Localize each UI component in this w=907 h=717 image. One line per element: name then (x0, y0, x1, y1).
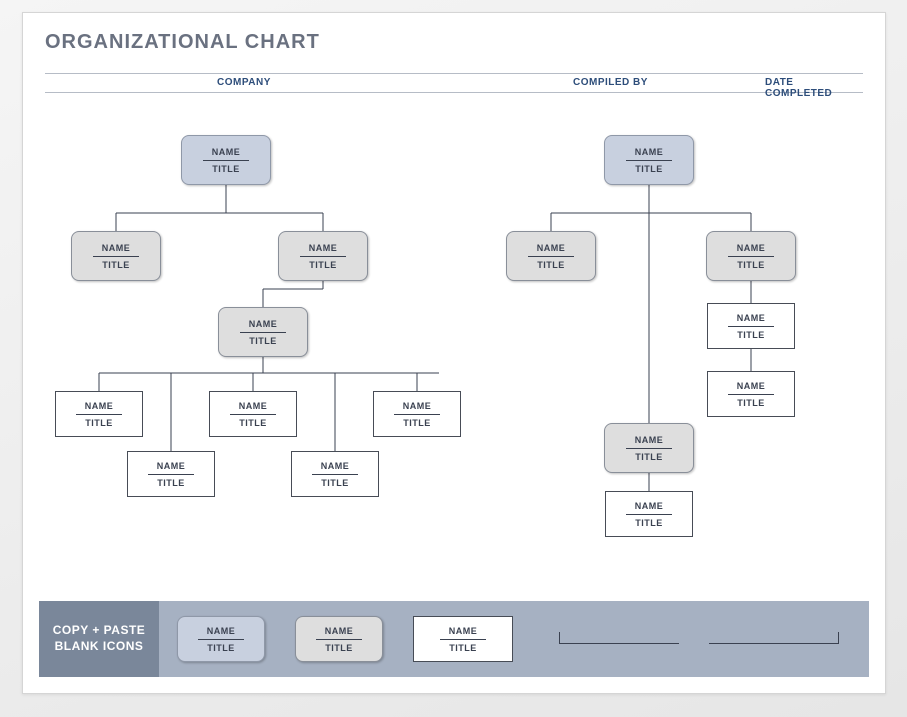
node-separator (148, 474, 194, 475)
connectors (23, 13, 887, 695)
palette-connector-elbow[interactable] (709, 643, 839, 644)
node-title: TITLE (157, 478, 185, 488)
footer-label: COPY + PASTE BLANK ICONS (39, 601, 159, 677)
node-separator (626, 160, 672, 161)
node-name: NAME (102, 243, 131, 253)
node-title: TITLE (207, 643, 235, 653)
node-right-l3a[interactable]: NAME TITLE (707, 303, 795, 349)
node-title: TITLE (737, 330, 765, 340)
node-title: TITLE (239, 418, 267, 428)
node-separator (312, 474, 358, 475)
node-separator (240, 332, 286, 333)
node-right-l2c[interactable]: NAME TITLE (604, 423, 694, 473)
node-separator (440, 639, 486, 640)
node-separator (76, 414, 122, 415)
node-name: NAME (449, 626, 478, 636)
node-title: TITLE (449, 643, 477, 653)
node-title: TITLE (635, 452, 663, 462)
node-name: NAME (737, 381, 766, 391)
node-title: TITLE (102, 260, 130, 270)
node-title: TITLE (635, 518, 663, 528)
node-title: TITLE (212, 164, 240, 174)
page-title: ORGANIZATIONAL CHART (45, 31, 320, 54)
node-name: NAME (85, 401, 114, 411)
node-left-l4e[interactable]: NAME TITLE (291, 451, 379, 497)
node-right-l3c[interactable]: NAME TITLE (605, 491, 693, 537)
node-left-l2a[interactable]: NAME TITLE (71, 231, 161, 281)
header-row: COMPANY COMPILED BY DATE COMPLETED (45, 73, 863, 93)
node-name: NAME (635, 147, 664, 157)
node-name: NAME (737, 243, 766, 253)
palette-connector-horizontal[interactable] (559, 643, 679, 644)
header-company-label: COMPANY (217, 77, 271, 88)
node-separator (230, 414, 276, 415)
node-name: NAME (537, 243, 566, 253)
node-separator (394, 414, 440, 415)
node-left-l3[interactable]: NAME TITLE (218, 307, 308, 357)
node-left-root[interactable]: NAME TITLE (181, 135, 271, 185)
node-right-root[interactable]: NAME TITLE (604, 135, 694, 185)
node-title: TITLE (635, 164, 663, 174)
node-name: NAME (239, 401, 268, 411)
node-right-l2b[interactable]: NAME TITLE (706, 231, 796, 281)
node-name: NAME (737, 313, 766, 323)
node-title: TITLE (737, 398, 765, 408)
node-title: TITLE (309, 260, 337, 270)
node-name: NAME (321, 461, 350, 471)
palette-gray[interactable]: NAME TITLE (295, 616, 383, 662)
node-separator (728, 256, 774, 257)
node-title: TITLE (537, 260, 565, 270)
node-right-l2a[interactable]: NAME TITLE (506, 231, 596, 281)
node-name: NAME (635, 501, 664, 511)
header-date-label: DATE COMPLETED (765, 77, 863, 99)
node-left-l4c[interactable]: NAME TITLE (373, 391, 461, 437)
footer-body: NAME TITLE NAME TITLE NAME TITLE (159, 601, 869, 677)
node-name: NAME (403, 401, 432, 411)
palette-blue[interactable]: NAME TITLE (177, 616, 265, 662)
node-name: NAME (207, 626, 236, 636)
header-compiled-label: COMPILED BY (573, 77, 648, 88)
node-separator (316, 639, 362, 640)
node-separator (728, 394, 774, 395)
node-separator (93, 256, 139, 257)
node-name: NAME (309, 243, 338, 253)
node-left-l2b[interactable]: NAME TITLE (278, 231, 368, 281)
node-title: TITLE (325, 643, 353, 653)
node-name: NAME (325, 626, 354, 636)
node-left-l4d[interactable]: NAME TITLE (127, 451, 215, 497)
node-name: NAME (212, 147, 241, 157)
node-left-l4a[interactable]: NAME TITLE (55, 391, 143, 437)
node-left-l4b[interactable]: NAME TITLE (209, 391, 297, 437)
node-separator (198, 639, 244, 640)
palette-white[interactable]: NAME TITLE (413, 616, 513, 662)
node-separator (728, 326, 774, 327)
node-separator (626, 514, 672, 515)
node-title: TITLE (249, 336, 277, 346)
node-title: TITLE (321, 478, 349, 488)
org-chart-canvas: ORGANIZATIONAL CHART COMPANY COMPILED BY… (23, 13, 885, 693)
node-separator (528, 256, 574, 257)
node-right-l3b[interactable]: NAME TITLE (707, 371, 795, 417)
node-title: TITLE (85, 418, 113, 428)
node-separator (626, 448, 672, 449)
node-separator (300, 256, 346, 257)
node-name: NAME (249, 319, 278, 329)
footer-strip: COPY + PASTE BLANK ICONS NAME TITLE NAME T… (39, 601, 869, 677)
document-page: ORGANIZATIONAL CHART COMPANY COMPILED BY… (22, 12, 886, 694)
node-name: NAME (635, 435, 664, 445)
node-separator (203, 160, 249, 161)
node-title: TITLE (737, 260, 765, 270)
node-name: NAME (157, 461, 186, 471)
node-title: TITLE (403, 418, 431, 428)
